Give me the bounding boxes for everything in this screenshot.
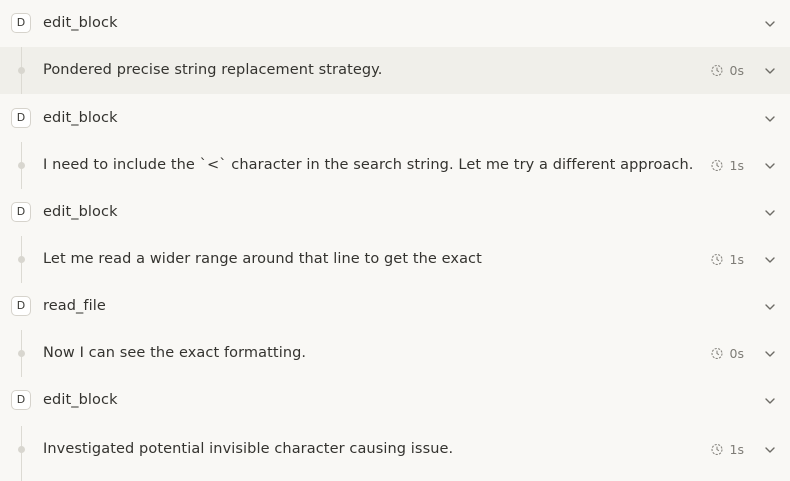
tool-badge: D xyxy=(11,202,31,222)
thought-row[interactable]: I need to include the `<` character in t… xyxy=(0,142,790,189)
tool-name: edit_block xyxy=(43,110,118,126)
thought-summary: Now I can see the exact formatting. xyxy=(43,345,307,361)
chevron-down-icon[interactable] xyxy=(764,65,776,77)
chevron-down-icon[interactable] xyxy=(764,395,776,407)
duration-value: 0s xyxy=(729,63,744,78)
thought-row[interactable]: Now I can see the exact formatting. 0s xyxy=(0,330,790,377)
thought-row[interactable]: Investigated potential invisible charact… xyxy=(0,426,790,481)
thought-summary: Investigated potential invisible charact… xyxy=(43,441,454,457)
chevron-down-icon[interactable] xyxy=(764,207,776,219)
tool-row-edit-block[interactable]: D edit_block xyxy=(0,189,790,236)
duration: 0s xyxy=(710,330,744,377)
chevron-down-icon[interactable] xyxy=(764,444,776,456)
tool-row-edit-block[interactable]: D edit_block xyxy=(0,0,790,47)
timeline-dot xyxy=(18,162,25,169)
duration: 0s xyxy=(710,47,744,94)
tool-row-edit-block[interactable]: D edit_block xyxy=(0,377,790,424)
timeline-dot xyxy=(18,446,25,453)
chevron-down-icon[interactable] xyxy=(764,254,776,266)
timeline-dot xyxy=(18,350,25,357)
timer-icon xyxy=(710,347,723,360)
chevron-down-icon[interactable] xyxy=(764,160,776,172)
tool-name: read_file xyxy=(43,298,106,314)
timer-icon xyxy=(710,253,723,266)
tool-badge: D xyxy=(11,296,31,316)
chevron-down-icon[interactable] xyxy=(764,18,776,30)
timer-icon xyxy=(710,64,723,77)
duration-value: 0s xyxy=(729,346,744,361)
tool-name: edit_block xyxy=(43,204,118,220)
duration: 1s xyxy=(710,426,744,473)
thought-summary: I need to include the `<` character in t… xyxy=(43,157,694,173)
duration: 1s xyxy=(710,142,744,189)
tool-name: edit_block xyxy=(43,15,118,31)
duration: 1s xyxy=(710,236,744,283)
chevron-down-icon[interactable] xyxy=(764,301,776,313)
duration-value: 1s xyxy=(729,442,744,457)
timer-icon xyxy=(710,443,723,456)
tool-badge: D xyxy=(11,108,31,128)
thought-summary: Let me read a wider range around that li… xyxy=(43,251,482,267)
activity-timeline: D edit_block Pondered precise string rep… xyxy=(0,0,790,481)
thought-row[interactable]: Let me read a wider range around that li… xyxy=(0,236,790,283)
thought-row[interactable]: Pondered precise string replacement stra… xyxy=(0,47,790,94)
duration-value: 1s xyxy=(729,252,744,267)
duration-value: 1s xyxy=(729,158,744,173)
tool-badge: D xyxy=(11,13,31,33)
tool-row-edit-block[interactable]: D edit_block xyxy=(0,95,790,142)
timeline-dot xyxy=(18,67,25,74)
timer-icon xyxy=(710,159,723,172)
tool-row-read-file[interactable]: D read_file xyxy=(0,283,790,330)
chevron-down-icon[interactable] xyxy=(764,113,776,125)
tool-badge: D xyxy=(11,390,31,410)
timeline-connector xyxy=(21,426,22,481)
thought-summary: Pondered precise string replacement stra… xyxy=(43,62,383,78)
tool-name: edit_block xyxy=(43,392,118,408)
chevron-down-icon[interactable] xyxy=(764,348,776,360)
timeline-dot xyxy=(18,256,25,263)
